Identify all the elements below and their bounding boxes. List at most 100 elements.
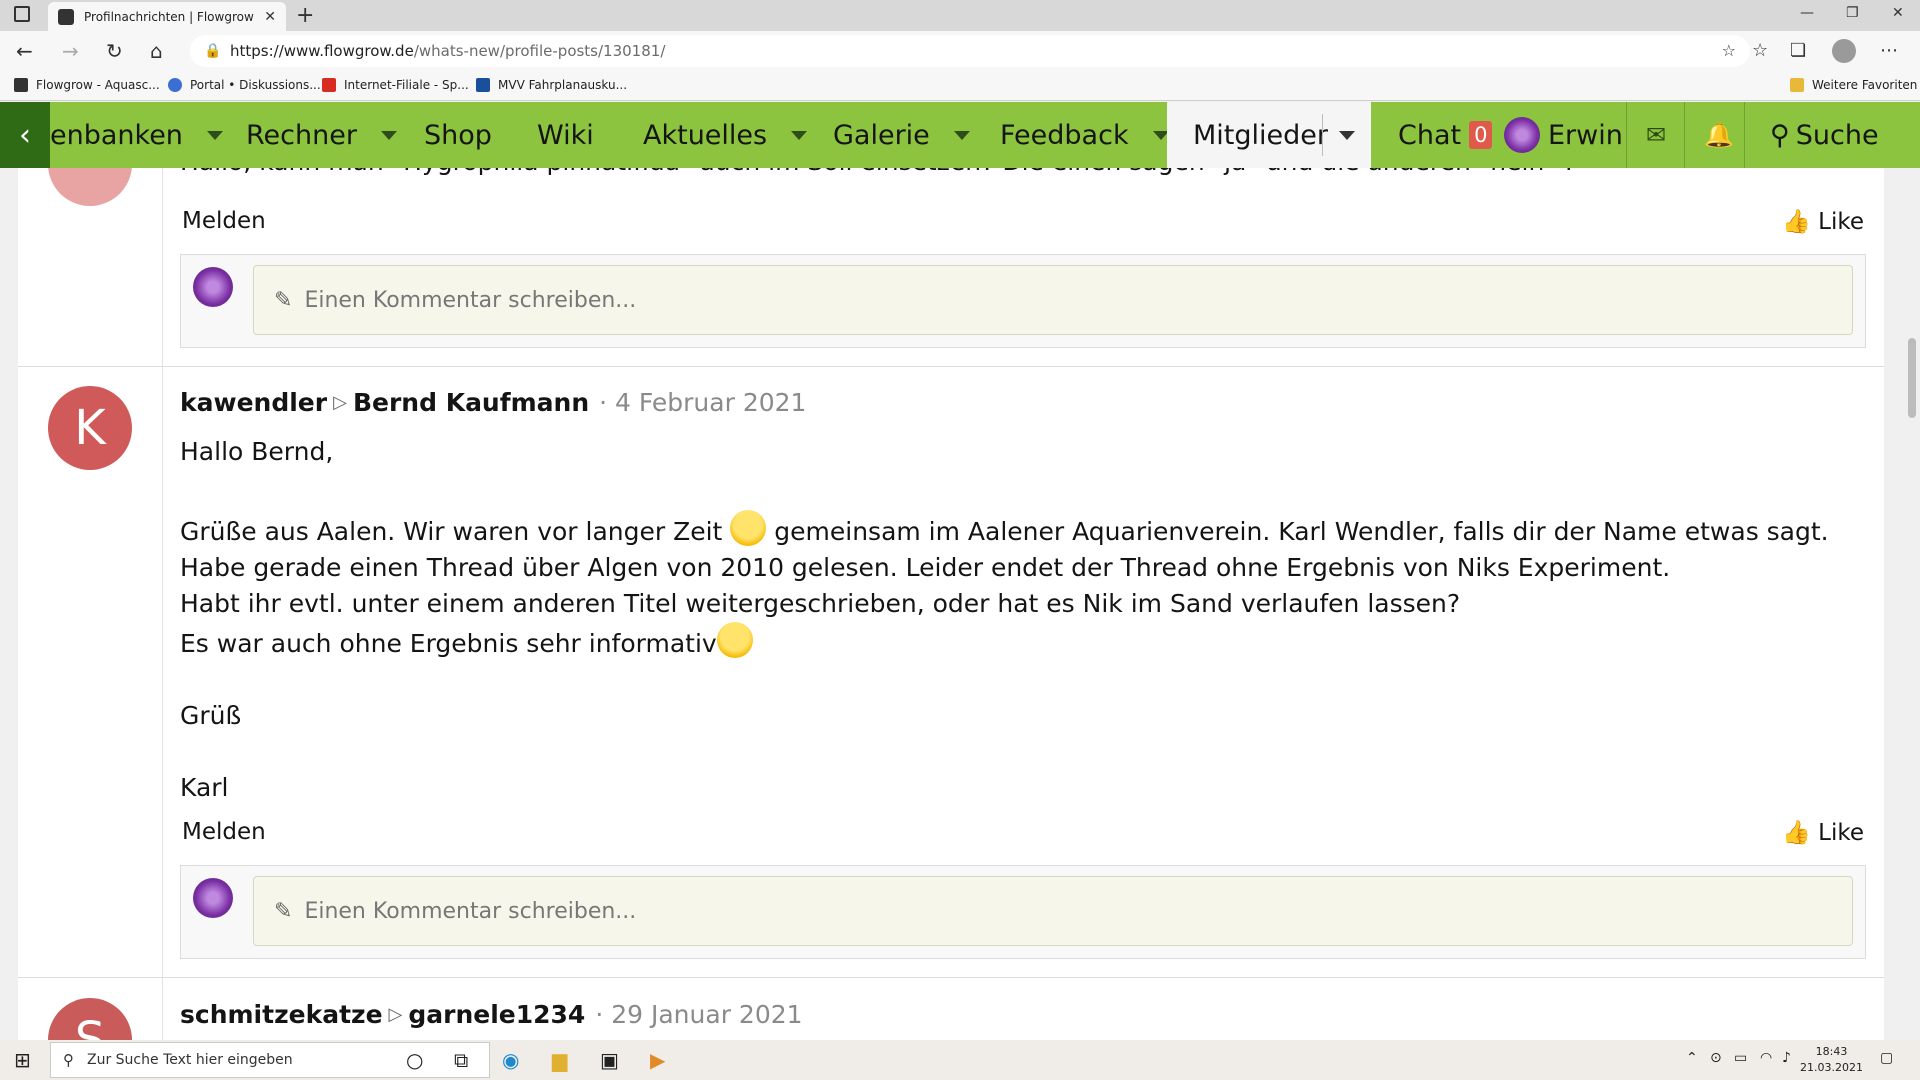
bell-icon[interactable]: 🔔 <box>1704 121 1734 149</box>
store-icon[interactable]: ▣ <box>600 1048 619 1072</box>
post-text: Hallo Bernd, Grüße aus Aalen. Wir waren … <box>180 434 1829 806</box>
bookmark-flowgrow[interactable]: Flowgrow - Aquasc... <box>14 78 160 92</box>
windows-start-icon[interactable]: ⊞ <box>14 1048 31 1072</box>
minimize-icon[interactable]: — <box>1800 5 1814 21</box>
post-date-text[interactable]: 29 Januar 2021 <box>611 1000 802 1029</box>
scrollbar-thumb[interactable] <box>1908 338 1916 418</box>
more-menu-icon[interactable]: ⋯ <box>1880 40 1898 61</box>
restore-icon[interactable]: ❐ <box>1846 5 1859 21</box>
post-text: Hallo, kann man "Hygrophila pinnatifida"… <box>180 168 1574 180</box>
bookmark-portal[interactable]: Portal • Diskussions... <box>168 78 321 92</box>
collections-icon[interactable]: ❏ <box>1790 40 1806 61</box>
windows-taskbar: ⊞ ⚲ Zur Suche Text hier eingeben ○ ⧉ ◉ ▆… <box>0 1040 1920 1080</box>
nav-label: Wiki <box>537 119 594 151</box>
nav-item-rechner[interactable]: Rechner <box>246 102 397 168</box>
nav-label: enbanken <box>50 119 183 151</box>
reload-icon[interactable]: ↻ <box>106 39 123 63</box>
bookmark-more-favorites[interactable]: Weitere Favoriten <box>1790 78 1917 92</box>
edge-browser-icon[interactable]: ◉ <box>502 1048 519 1072</box>
like-label: Like <box>1818 209 1864 235</box>
nav-item-feedback[interactable]: Feedback <box>1000 102 1169 168</box>
notifications-icon[interactable]: ▢ <box>1880 1050 1893 1066</box>
nav-item-aktuelles[interactable]: Aktuelles <box>643 102 808 168</box>
author-link[interactable]: kawendler <box>180 388 327 417</box>
post-line: Habe gerade einen Thread über Algen von … <box>180 553 1671 582</box>
comment-area: ✎ Einen Kommentar schreiben... <box>180 865 1866 959</box>
close-tab-icon[interactable]: ✕ <box>264 9 276 25</box>
close-window-icon[interactable]: ✕ <box>1892 5 1904 21</box>
battery-icon[interactable]: ▭ <box>1734 1050 1747 1066</box>
recipient-link[interactable]: garnele1234 <box>408 1000 585 1029</box>
chevron-down-icon[interactable] <box>1339 131 1355 140</box>
nav-divider <box>1626 102 1627 168</box>
like-button[interactable]: 👍 Like <box>1782 208 1864 235</box>
profile-icon[interactable] <box>1832 39 1856 63</box>
avatar-letter: S <box>74 1012 106 1040</box>
nav-label: Rechner <box>246 119 357 151</box>
volume-icon[interactable]: ♪ <box>1782 1050 1791 1066</box>
report-link[interactable]: Melden <box>182 819 266 845</box>
bookmark-sparkasse[interactable]: Internet-Filiale - Sp... <box>322 78 469 92</box>
chevron-up-icon[interactable]: ⌃ <box>1686 1050 1698 1066</box>
nav-item-datenbanken[interactable]: enbanken <box>50 102 223 168</box>
nav-user-menu[interactable]: Erwin <box>1504 102 1623 168</box>
chevron-down-icon[interactable] <box>380 130 397 140</box>
url-field[interactable]: 🔒 https://www.flowgrow.de/whats-new/prof… <box>190 35 1750 67</box>
url-host: https://www.flowgrow.de <box>230 42 414 60</box>
nav-item-mitglieder[interactable]: Mitglieder <box>1167 102 1371 168</box>
avatar[interactable]: K <box>48 386 132 470</box>
comment-input[interactable]: ✎ Einen Kommentar schreiben... <box>253 876 1853 946</box>
media-player-icon[interactable]: ▶ <box>650 1048 665 1072</box>
task-view-icon[interactable]: ⧉ <box>454 1048 468 1072</box>
post-header: schmitzekatze ▷ garnele1234 · 29 Januar … <box>180 1000 803 1029</box>
inbox-icon[interactable]: ✉ <box>1646 121 1666 149</box>
taskbar-clock[interactable]: 18:43 21.03.2021 <box>1800 1044 1863 1076</box>
comment-input[interactable]: ✎ Einen Kommentar schreiben... <box>253 265 1853 335</box>
favorites-icon[interactable]: ☆ <box>1752 40 1768 61</box>
nav-item-wiki[interactable]: Wiki <box>537 102 594 168</box>
nav-item-chat[interactable]: Chat 0 <box>1398 102 1493 168</box>
arrow-right-icon: ▷ <box>333 392 347 413</box>
report-link[interactable]: Melden <box>182 208 266 234</box>
clock-time: 18:43 <box>1815 1045 1848 1058</box>
nav-search[interactable]: ⚲ Suche <box>1770 102 1879 168</box>
nav-item-galerie[interactable]: Galerie <box>833 102 970 168</box>
like-button[interactable]: 👍 Like <box>1782 819 1864 846</box>
cortana-icon[interactable]: ○ <box>406 1048 423 1072</box>
tray-app-icon[interactable]: ⊙ <box>1710 1050 1722 1066</box>
nav-label: Feedback <box>1000 119 1129 151</box>
bookmark-mvv[interactable]: MVV Fahrplanausku... <box>476 78 627 92</box>
home-icon[interactable]: ⌂ <box>150 39 163 63</box>
chevron-down-icon[interactable] <box>953 130 970 140</box>
chevron-down-icon[interactable] <box>206 130 223 140</box>
recipient-link[interactable]: Bernd Kaufmann <box>353 388 589 417</box>
user-avatar <box>1504 117 1540 153</box>
file-explorer-icon[interactable]: ▆ <box>552 1048 567 1072</box>
avatar <box>193 878 233 918</box>
taskbar-search-input[interactable]: ⚲ Zur Suche Text hier eingeben <box>50 1042 490 1078</box>
nav-item-shop[interactable]: Shop <box>424 102 492 168</box>
bookmark-sparkasse-icon <box>322 78 336 92</box>
forward-icon[interactable]: → <box>62 39 79 63</box>
page-scrollbar[interactable] <box>1904 168 1920 1040</box>
post-line: Hallo Bernd, <box>180 437 334 466</box>
nav-scroll-left-icon[interactable]: ‹ <box>0 102 50 168</box>
back-icon[interactable]: ← <box>16 39 33 63</box>
new-tab-icon[interactable]: + <box>296 3 314 28</box>
arrow-right-icon: ▷ <box>388 1004 403 1025</box>
chevron-down-icon[interactable] <box>791 130 808 140</box>
tab-actions-icon[interactable] <box>14 6 30 22</box>
user-name: Erwin <box>1548 119 1623 151</box>
wifi-icon[interactable]: ◠ <box>1760 1050 1772 1066</box>
site-navigation: ‹ enbanken Rechner Shop Wiki Aktuelles G… <box>0 102 1920 168</box>
post-date-text[interactable]: 4 Februar 2021 <box>615 388 806 417</box>
post-line: Grüße aus Aalen. Wir waren vor langer Ze… <box>180 517 723 546</box>
flowgrow-favicon-icon <box>58 8 74 25</box>
nav-label: Aktuelles <box>643 119 768 151</box>
post-line: Grüß <box>180 701 242 730</box>
tab-profilnachrichten[interactable]: Profilnachrichten | Flowgrow ✕ <box>48 2 286 31</box>
add-favorite-icon[interactable]: ☆ <box>1722 41 1736 60</box>
bookmarks-bar: Flowgrow - Aquasc... Portal • Diskussion… <box>0 71 1920 101</box>
author-link[interactable]: schmitzekatze <box>180 1000 383 1029</box>
taskbar-search-placeholder: Zur Suche Text hier eingeben <box>87 1052 293 1068</box>
